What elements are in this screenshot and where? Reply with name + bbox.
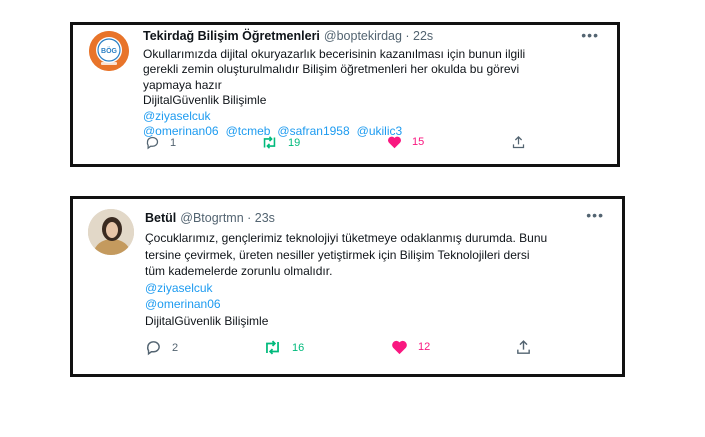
heart-icon (388, 136, 401, 149)
avatar[interactable]: BÖG (89, 31, 129, 71)
tweet-text: Çocuklarımız, gençlerimiz teknolojiyi tü… (145, 230, 615, 329)
retweet-button[interactable]: 19 (261, 135, 300, 150)
text-line: DijitalGüvenlik Bilişimle (145, 313, 269, 328)
retweet-icon (263, 136, 276, 149)
tweet-card[interactable]: BÖG Tekirdağ Bilişim Öğretmenleri @boptek… (70, 22, 620, 167)
mention-link[interactable]: @omerinan06 (145, 296, 615, 313)
text-line: Okullarımızda dijital okuryazarlık becer… (143, 47, 526, 61)
avatar[interactable] (88, 209, 134, 255)
author-handle[interactable]: @boptekirdag · 22s (324, 29, 433, 43)
profile-photo-icon (88, 209, 134, 255)
tweet-text: Okullarımızda dijital okuryazarlık becer… (143, 47, 613, 139)
reply-icon (146, 136, 159, 150)
mention-link[interactable]: @ziyaselcuk (143, 109, 613, 124)
action-bar: 2 16 12 (145, 339, 605, 359)
text-line: gerekli zemin oluşturulmalıdır Bilişim ö… (143, 62, 520, 77)
text-line: Çocuklarımız, gençlerimiz teknolojiyi tü… (145, 231, 548, 245)
like-button[interactable]: 15 (387, 135, 424, 149)
tweet-card[interactable]: Betül @Btogrtmn · 23s ••• Çocuklarımız, g… (70, 196, 625, 377)
reply-button[interactable]: 1 (145, 135, 176, 150)
author-name[interactable]: Betül (145, 211, 176, 225)
action-bar: 1 19 15 (145, 135, 605, 155)
more-options-icon[interactable]: ••• (586, 207, 604, 223)
share-icon (517, 340, 530, 354)
retweet-count: 16 (292, 341, 305, 354)
tweet-header: Betül @Btogrtmn · 23s (145, 211, 275, 225)
author-handle[interactable]: @Btogrtmn · 23s (180, 211, 275, 225)
retweet-count: 19 (288, 136, 301, 149)
retweet-button[interactable]: 16 (263, 339, 304, 356)
more-options-icon[interactable]: ••• (581, 27, 599, 43)
avatar-label: BÖG (101, 46, 118, 55)
mention-link[interactable]: @ziyaselcuk (145, 280, 615, 297)
school-logo-icon: BÖG (89, 31, 129, 71)
share-icon (512, 135, 525, 149)
reply-button[interactable]: 2 (145, 339, 178, 356)
like-count: 15 (412, 136, 425, 148)
share-button[interactable] (515, 339, 532, 356)
text-line: tersine çevirmek, üreten nesiller yetişt… (145, 247, 530, 262)
text-line: tüm kademelerde zorunlu olmalıdır. (145, 264, 333, 278)
reply-icon (146, 341, 160, 356)
text-line: yapmaya hazır (143, 77, 222, 92)
reply-count: 1 (170, 136, 177, 149)
like-count: 12 (418, 341, 431, 353)
like-button[interactable]: 12 (391, 339, 430, 355)
tweet-header: Tekirdağ Bilişim Öğretmenleri @boptekirda… (143, 29, 433, 43)
heart-icon (392, 340, 407, 355)
author-name[interactable]: Tekirdağ Bilişim Öğretmenleri (143, 29, 320, 43)
share-button[interactable] (511, 135, 526, 150)
text-line: DijitalGüvenlik Bilişimle (143, 93, 267, 108)
reply-count: 2 (172, 341, 179, 354)
retweet-icon (266, 340, 279, 355)
